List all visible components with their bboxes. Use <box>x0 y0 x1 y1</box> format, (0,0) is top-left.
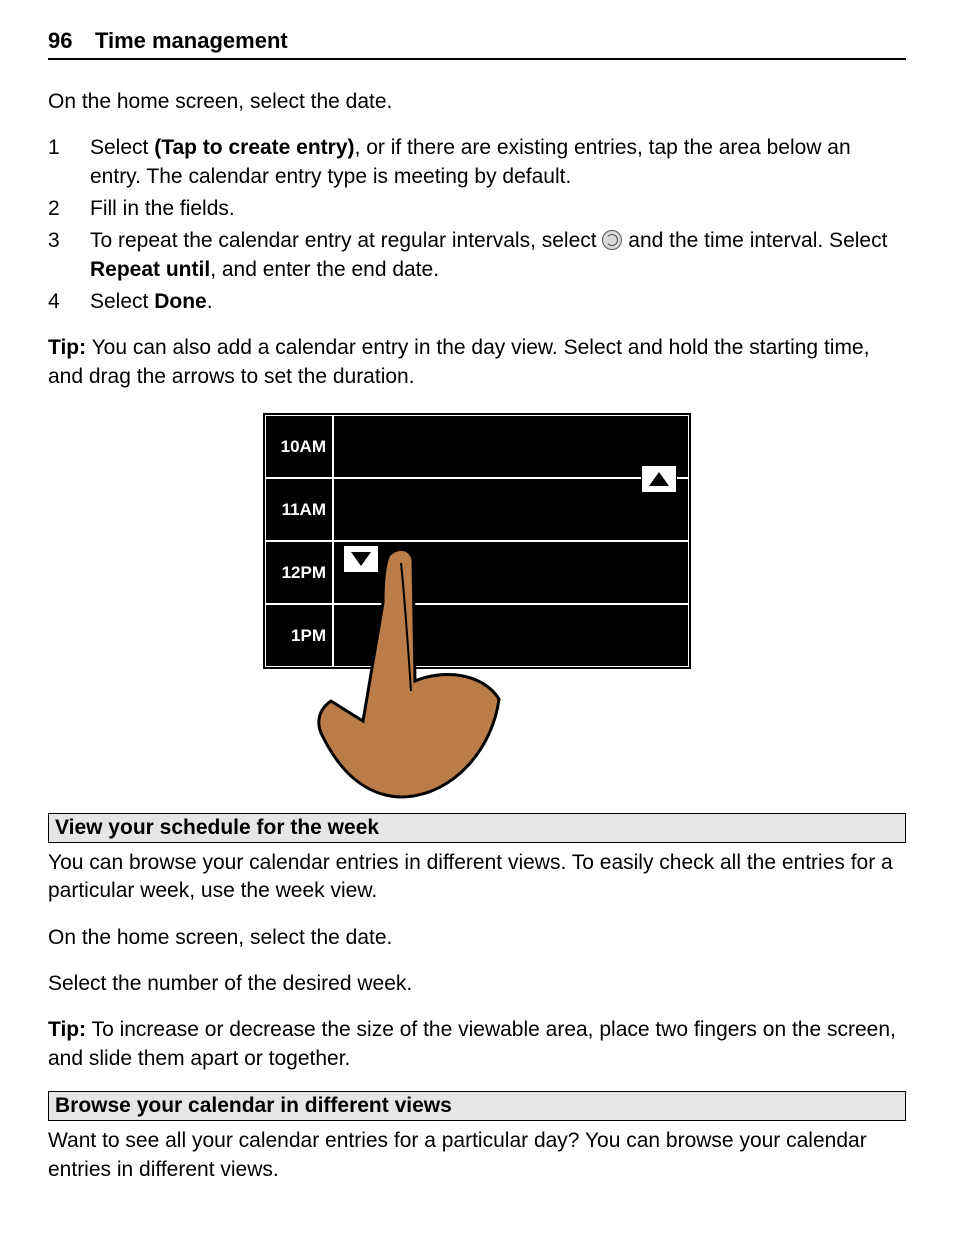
time-slot <box>333 478 689 541</box>
paragraph: Want to see all your calendar entries fo… <box>48 1127 906 1184</box>
time-slot <box>333 415 689 478</box>
tip-paragraph: Tip: You can also add a calendar entry i… <box>48 334 906 391</box>
repeat-icon <box>602 230 622 250</box>
paragraph: You can browse your calendar entries in … <box>48 849 906 906</box>
list-item: 2 Fill in the fields. <box>48 195 906 223</box>
arrow-up-icon <box>649 472 669 486</box>
step-number: 3 <box>48 227 90 284</box>
step-number: 2 <box>48 195 90 223</box>
calendar-figure: 10AM 11AM 12PM 1PM <box>263 413 691 801</box>
time-label: 12PM <box>265 541 333 604</box>
time-label: 10AM <box>265 415 333 478</box>
list-item: 3 To repeat the calendar entry at regula… <box>48 227 906 284</box>
section-heading-week: View your schedule for the week <box>48 813 906 843</box>
list-item: 4 Select Done. <box>48 288 906 316</box>
step-number: 4 <box>48 288 90 316</box>
step-body: To repeat the calendar entry at regular … <box>90 227 906 284</box>
time-slot <box>333 541 689 604</box>
step-body: Select Done. <box>90 288 906 316</box>
intro-text: On the home screen, select the date. <box>48 88 906 116</box>
figure-container: 10AM 11AM 12PM 1PM <box>48 413 906 801</box>
time-label: 11AM <box>265 478 333 541</box>
tip-text: You can also add a calendar entry in the… <box>48 336 869 387</box>
paragraph: Select the number of the desired week. <box>48 970 906 998</box>
selection-end-down <box>343 545 379 573</box>
list-item: 1 Select (Tap to create entry), or if th… <box>48 134 906 191</box>
arrow-down-icon <box>351 552 371 566</box>
calendar-grid: 10AM 11AM 12PM 1PM <box>263 413 691 669</box>
step-body: Select (Tap to create entry), or if ther… <box>90 134 906 191</box>
paragraph: On the home screen, select the date. <box>48 924 906 952</box>
tip-text: To increase or decrease the size of the … <box>48 1018 896 1069</box>
page-title: Time management <box>95 28 288 54</box>
tip-label: Tip: <box>48 1018 86 1041</box>
section-heading-browse: Browse your calendar in different views <box>48 1091 906 1121</box>
step-body: Fill in the fields. <box>90 195 906 223</box>
selection-end-up <box>641 465 677 493</box>
page-number: 96 <box>48 28 72 54</box>
time-label: 1PM <box>265 604 333 667</box>
steps-list: 1 Select (Tap to create entry), or if th… <box>48 134 906 316</box>
step-number: 1 <box>48 134 90 191</box>
time-slot <box>333 604 689 667</box>
page-header: 96 Time management <box>48 28 906 60</box>
tip-paragraph: Tip: To increase or decrease the size of… <box>48 1016 906 1073</box>
document-page: 96 Time management On the home screen, s… <box>0 0 954 1250</box>
tip-label: Tip: <box>48 336 86 359</box>
